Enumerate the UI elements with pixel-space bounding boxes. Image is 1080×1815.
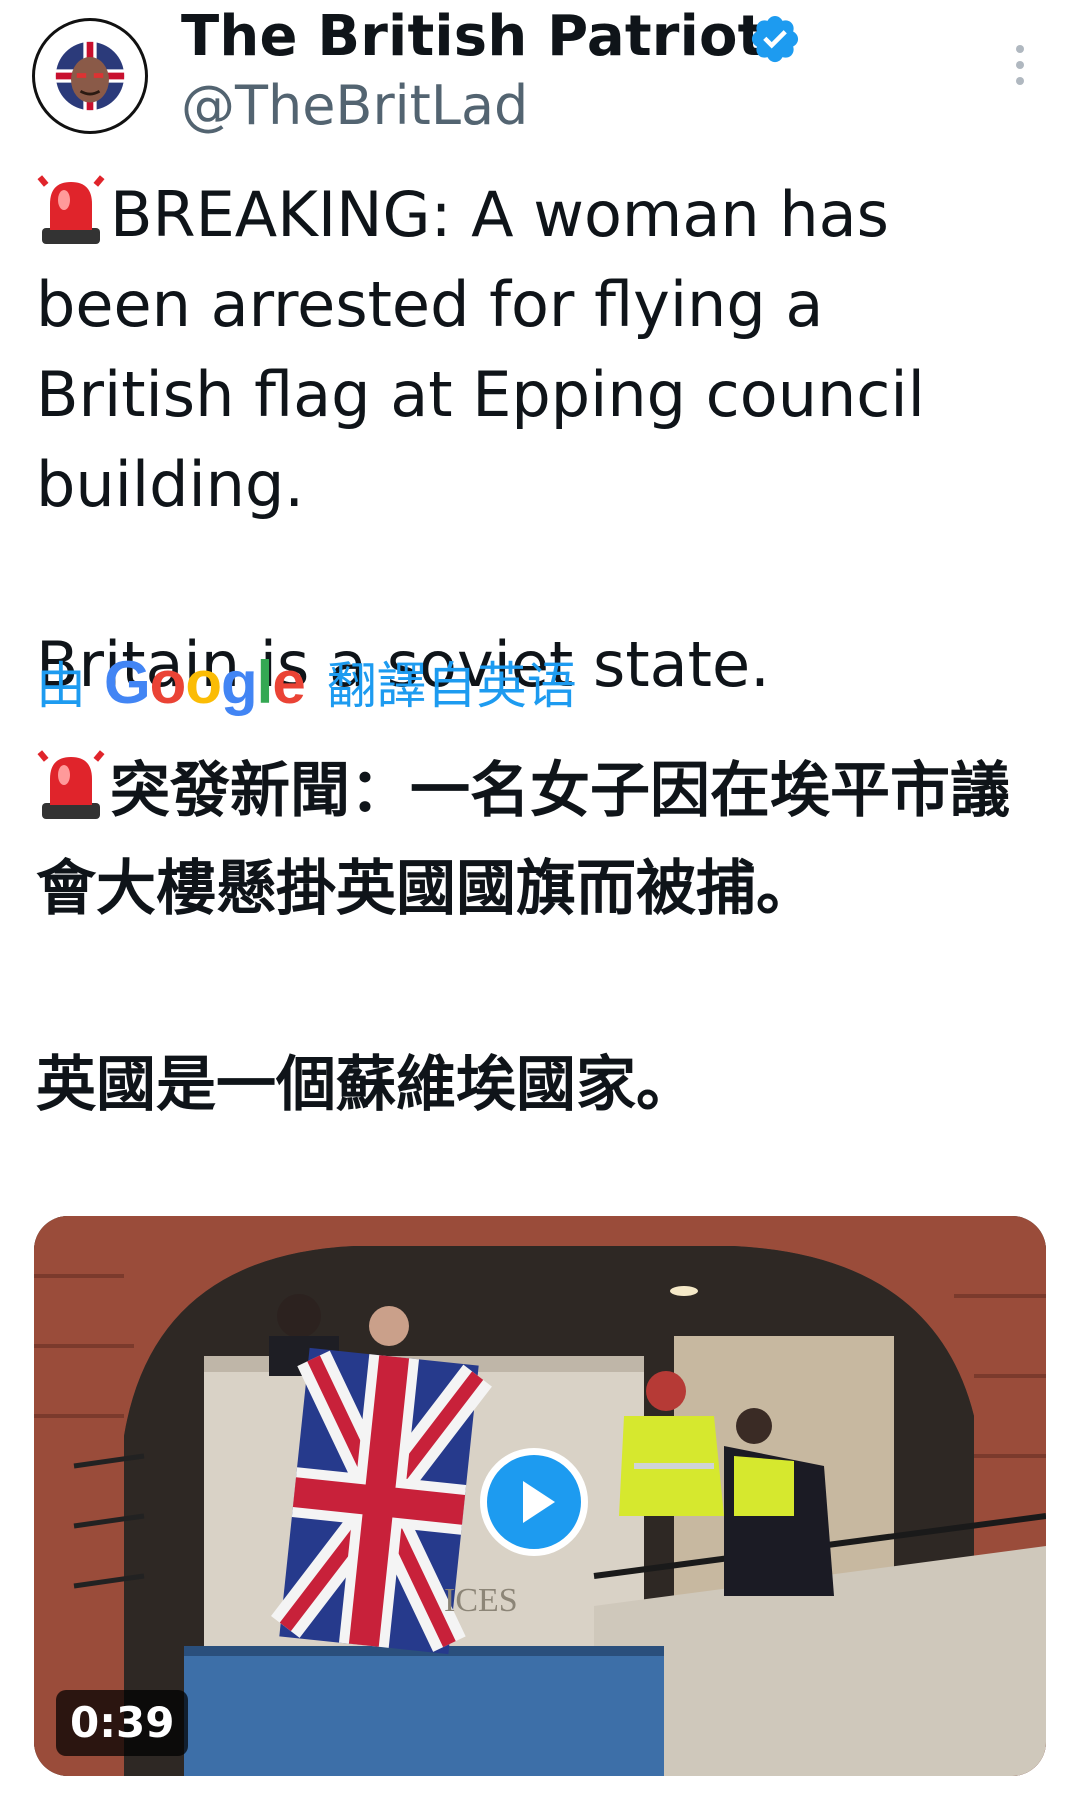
author-display-name[interactable]: The British Patriot [181, 4, 765, 69]
more-options-icon[interactable] [1000, 40, 1040, 90]
translation-suffix: 翻譯自英语 [326, 657, 577, 715]
google-letter-l: l [256, 648, 274, 716]
translation-prefix: 由 [36, 657, 86, 715]
google-letter-g: G [104, 648, 151, 716]
google-letter-o2: o [185, 648, 222, 716]
video-duration: 0:39 [56, 1690, 189, 1756]
translated-text: 突發新聞：一名女子因在埃平市議會大樓懸掛英國國旗而被捕。 英國是一個蘇維埃國家。 [36, 756, 1010, 1120]
rotating-light-icon [37, 175, 105, 244]
rotating-light-icon [37, 750, 105, 819]
author-avatar[interactable] [32, 18, 148, 134]
tweet-header: The British Patriot @TheBritLad [0, 0, 1080, 150]
tweet-text: BREAKING: A woman has been arrested for … [36, 178, 925, 701]
author-handle[interactable]: @TheBritLad [181, 74, 528, 137]
verified-badge-icon [751, 15, 799, 63]
google-letter-g2: g [220, 648, 258, 716]
sign-text: ICES [444, 1582, 518, 1619]
play-icon [523, 1481, 555, 1523]
translated-text-block: 突發新聞：一名女子因在埃平市議會大樓懸掛英國國旗而被捕。 英國是一個蘇維埃國家。 [36, 742, 1046, 1134]
google-letter-o1: o [149, 648, 187, 716]
translation-attribution[interactable]: 由 Google 翻譯自英语 [36, 646, 577, 718]
google-logo: Google [104, 648, 306, 717]
play-button[interactable] [480, 1448, 588, 1556]
video-player[interactable]: ICES 0:39 [34, 1216, 1046, 1776]
tweet-text-block: BREAKING: A woman has been arrested for … [36, 170, 1036, 710]
google-letter-e: e [272, 648, 305, 716]
